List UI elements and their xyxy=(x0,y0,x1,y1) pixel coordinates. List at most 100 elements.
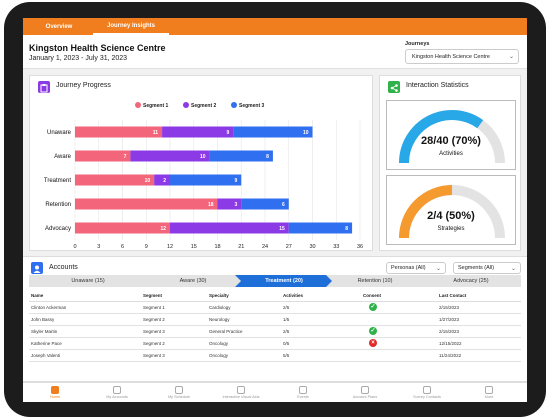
segment-cell: Segment 1 xyxy=(141,301,207,314)
x-tick-label: 6 xyxy=(121,244,124,250)
column-header[interactable]: Specialty xyxy=(207,291,281,302)
table-row[interactable]: Katherine Pace Segment 2 Oncology 0/5 × 12/15… xyxy=(29,337,521,350)
category-label: Unaware xyxy=(47,130,72,136)
accounts-title: Accounts xyxy=(49,264,78,271)
personas-filter-value: Personas (All) xyxy=(391,265,426,271)
account-name-link[interactable]: Katherine Pace xyxy=(29,337,141,350)
tab-journey-insights[interactable]: Journey Insights xyxy=(93,18,169,35)
chevron-down-icon: ⌄ xyxy=(508,54,514,60)
last-contact-cell: 11/24/2022 xyxy=(437,349,521,362)
activities-cell: 5/5 xyxy=(281,349,361,362)
bar-value-label: 10 xyxy=(303,130,309,136)
stage-tab-aware[interactable]: Aware (30) xyxy=(147,275,239,286)
segment-cell: Segment 2 xyxy=(141,313,207,326)
bar-value-label: 9 xyxy=(227,130,230,136)
table-row[interactable]: Clinton Ackerman Segment 1 Cardiology 2/5 ✓ 2… xyxy=(29,301,521,314)
table-row[interactable]: Joseph Valenti Segment 3 Oncology 5/5 11/24/… xyxy=(29,349,521,362)
journey-progress-title: Journey Progress xyxy=(56,82,111,89)
bar-value-label: 8 xyxy=(345,226,348,232)
bar-segment[interactable] xyxy=(75,222,170,234)
account-name-link[interactable]: Joseph Valenti xyxy=(29,349,141,362)
date-range: January 1, 2023 - July 31, 2023 xyxy=(29,55,128,62)
category-label: Aware xyxy=(54,154,72,160)
stage-tab-treatment[interactable]: Treatment (20) xyxy=(238,275,330,286)
activities-cell: 2/5 xyxy=(281,301,361,314)
table-row[interactable]: Skyler Martin Segment 3 General Practice 2/… xyxy=(29,325,521,338)
bar-segment[interactable] xyxy=(170,174,242,186)
bar-segment[interactable] xyxy=(170,222,289,234)
journeys-label: Journeys xyxy=(405,41,430,47)
bar-segment[interactable] xyxy=(217,198,242,210)
nav-item-account-plans[interactable]: Account Plans xyxy=(337,383,393,402)
nav-label: My Schedule xyxy=(168,395,190,399)
nav-label: Survey Contacts xyxy=(413,395,441,399)
bar-segment[interactable] xyxy=(209,150,273,162)
bar-segment[interactable] xyxy=(130,150,210,162)
account-name-link[interactable]: Skyler Martin xyxy=(29,325,141,338)
nav-label: My Accounts xyxy=(106,395,128,399)
check-icon: ✓ xyxy=(369,303,377,311)
nav-label: Interactive Visual Aids xyxy=(222,395,260,399)
nav-item-my-accounts[interactable]: My Accounts xyxy=(89,383,145,402)
bar-value-label: 2 xyxy=(163,178,166,184)
account-name-link[interactable]: Clinton Ackerman xyxy=(29,301,141,314)
account-name-link[interactable]: John Bassy xyxy=(29,313,141,326)
column-header[interactable]: Segment xyxy=(141,291,207,302)
journeys-select[interactable]: Kingston Health Science Centre ⌄ xyxy=(405,49,519,64)
stage-tab-unaware[interactable]: Unaware (15) xyxy=(29,275,147,286)
stage-tab-retention[interactable]: Retention (10) xyxy=(329,275,421,286)
legend-label: Segment 3 xyxy=(239,103,265,109)
column-header[interactable]: Last Contact xyxy=(437,291,521,302)
nav-item-survey-contacts[interactable]: Survey Contacts xyxy=(399,383,455,402)
bar-value-label: 7 xyxy=(124,154,127,160)
bar-segment[interactable] xyxy=(75,198,218,210)
journeys-select-value: Kingston Health Science Centre xyxy=(412,53,490,60)
column-header[interactable]: Consent xyxy=(361,291,437,302)
page-header: Kingston Health Science Centre January 1… xyxy=(23,35,527,69)
specialty-cell: Oncology xyxy=(207,337,281,350)
category-label: Retention xyxy=(45,202,71,208)
activities-cell: 2/5 xyxy=(281,325,361,338)
consent-cell xyxy=(361,349,437,362)
bar-value-label: 10 xyxy=(145,178,151,184)
bar-segment[interactable] xyxy=(154,174,170,186)
nav-label: Events xyxy=(297,395,309,399)
nav-item-home[interactable]: Home xyxy=(27,383,83,402)
bar-segment[interactable] xyxy=(75,150,131,162)
column-header[interactable]: Name xyxy=(29,291,141,302)
nav-item-interactive-visual-aids[interactable]: Interactive Visual Aids xyxy=(213,383,269,402)
nav-item-more[interactable]: More xyxy=(461,383,517,402)
bar-segment[interactable] xyxy=(75,174,155,186)
x-tick-label: 27 xyxy=(286,244,292,250)
journey-progress-chart: Segment 1 Segment 2 Segment 30 3 6 9 12 15 18 21 2… xyxy=(44,102,363,250)
events-icon xyxy=(299,386,307,394)
bar-value-label: 8 xyxy=(266,154,269,160)
close-icon: × xyxy=(369,339,377,347)
strategies-value: 2/4 (50%) xyxy=(427,210,475,222)
specialty-cell: General Practice xyxy=(207,325,281,338)
survey-icon xyxy=(423,386,431,394)
stage-tab-advocacy[interactable]: Advocacy (25) xyxy=(421,275,521,286)
table-row[interactable]: John Bassy Segment 2 Neurology 1/5 1/27/2023 xyxy=(29,313,521,326)
personas-filter[interactable]: Personas (All) ⌄ xyxy=(386,262,446,274)
bar-segment[interactable] xyxy=(288,222,353,234)
specialty-cell: Cardiology xyxy=(207,301,281,314)
x-tick-label: 21 xyxy=(238,244,244,250)
last-contact-cell: 2/15/2023 xyxy=(437,325,521,338)
activities-label: Activities xyxy=(439,151,463,157)
tab-overview[interactable]: Overview xyxy=(29,18,89,35)
bar-segment[interactable] xyxy=(75,126,163,138)
nav-item-events[interactable]: Events xyxy=(275,383,331,402)
category-label: Treatment xyxy=(44,178,71,184)
bar-segment[interactable] xyxy=(162,126,234,138)
bar-segment[interactable] xyxy=(233,126,313,138)
last-contact-cell: 2/15/2023 xyxy=(437,301,521,314)
nav-item-my-schedule[interactable]: My Schedule xyxy=(151,383,207,402)
top-tab-bar: Overview Journey Insights xyxy=(23,18,527,35)
column-header[interactable]: Activities xyxy=(281,291,361,302)
segments-filter[interactable]: Segments (All) ⌄ xyxy=(453,262,521,274)
more-icon xyxy=(485,386,493,394)
activities-stat: 28/40 (70%) Activities xyxy=(386,100,516,170)
legend-swatch xyxy=(231,102,237,108)
calendar-icon xyxy=(175,386,183,394)
